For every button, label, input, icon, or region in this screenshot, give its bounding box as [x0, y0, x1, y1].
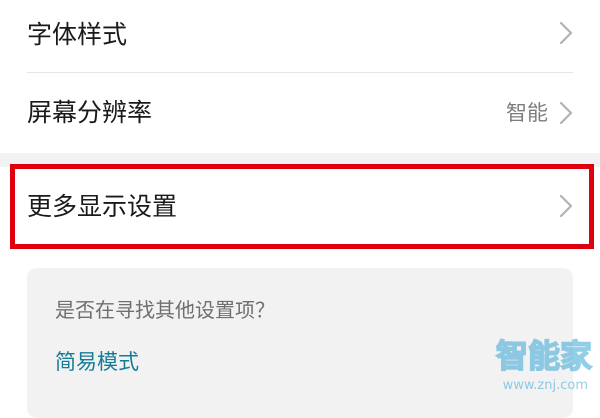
simple-mode-link[interactable]: 简易模式 — [55, 352, 139, 373]
chevron-right-icon — [559, 21, 573, 45]
settings-item-label: 字体样式 — [27, 20, 128, 49]
watermark-title: 智能家 — [495, 337, 593, 375]
chevron-right-icon — [559, 101, 573, 125]
settings-item-value: 智能 — [506, 101, 548, 125]
settings-item-font-style[interactable]: 字体样式 — [0, 0, 600, 72]
settings-item-screen-resolution[interactable]: 屏幕分辨率 智能 — [0, 73, 600, 153]
settings-item-label: 屏幕分辨率 — [27, 98, 153, 127]
suggestion-question: 是否在寻找其他设置项？ — [55, 298, 275, 322]
chevron-right-icon — [559, 194, 573, 218]
settings-item-more-display-settings[interactable]: 更多显示设置 — [0, 167, 600, 246]
settings-item-label: 更多显示设置 — [27, 192, 178, 221]
section-gap — [0, 153, 600, 167]
watermark-logo: 智能家 www.znj.com — [484, 337, 593, 393]
watermark-url: www.znj.com — [502, 378, 588, 393]
